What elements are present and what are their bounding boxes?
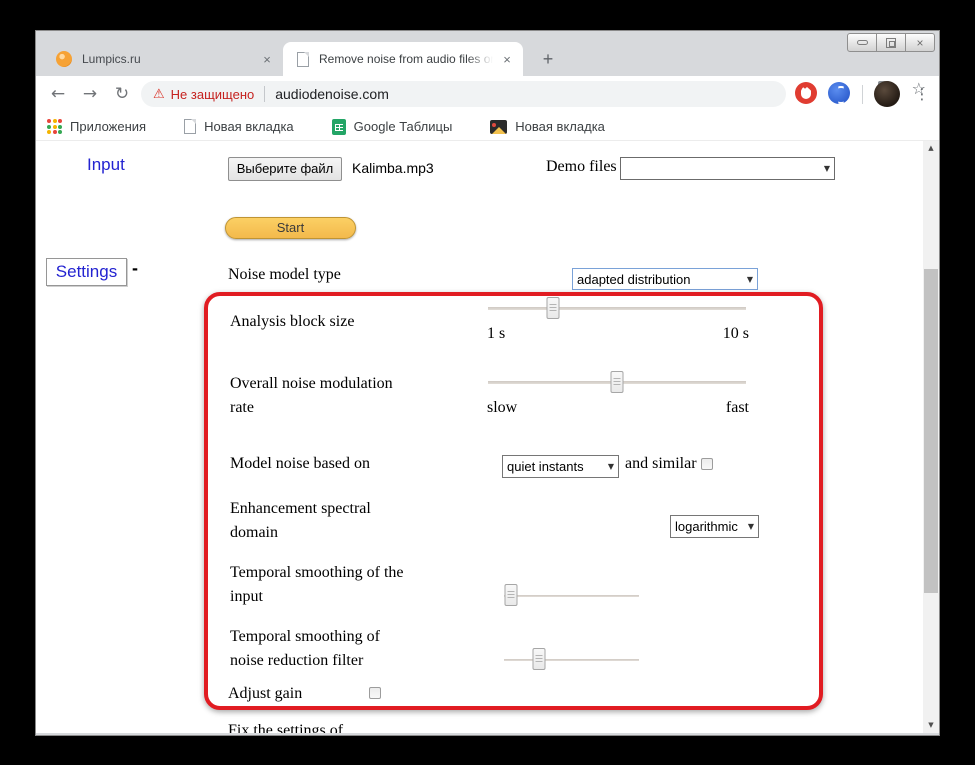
lumpics-favicon-icon: [56, 51, 72, 67]
range-min-label: slow: [487, 399, 517, 417]
spectral-domain-select[interactable]: logarithmic ▼: [670, 515, 759, 538]
range-max-label: 10 s: [723, 325, 749, 343]
page-favicon-icon: [297, 52, 309, 67]
and-similar-label: and similar: [625, 455, 697, 473]
reload-icon[interactable]: ↻: [109, 81, 135, 107]
modulation-range-labels: slow fast: [487, 399, 749, 417]
image-thumbnail-icon: [490, 120, 507, 134]
select-value: adapted distribution: [577, 272, 690, 287]
analysis-range-labels: 1 s 10 s: [487, 325, 749, 343]
clipped-next-setting-label: Fix the settings of: [228, 722, 343, 733]
forward-icon[interactable]: →: [77, 81, 103, 107]
back-icon[interactable]: ←: [45, 81, 71, 107]
model-noise-select[interactable]: quiet instants ▼: [502, 455, 619, 478]
tab-title: Remove noise from audio files on: [319, 52, 493, 66]
slider-thumb[interactable]: [504, 584, 517, 606]
tab-close-icon[interactable]: ×: [499, 52, 515, 67]
profile-avatar[interactable]: [874, 81, 900, 107]
choose-file-button[interactable]: Выберите файл: [228, 157, 342, 181]
scroll-up-icon[interactable]: ▲: [923, 141, 939, 156]
analysis-block-size-label: Analysis block size: [230, 310, 410, 334]
modulation-rate-slider[interactable]: [488, 370, 746, 396]
globe-extension-icon[interactable]: [828, 82, 850, 104]
slider-thumb[interactable]: [611, 371, 624, 393]
bookmark-label: Google Таблицы: [354, 119, 453, 134]
demo-files-select[interactable]: ▼: [620, 157, 835, 180]
security-label[interactable]: Не защищено: [171, 87, 255, 102]
bookmark-google-sheets[interactable]: Google Таблицы: [332, 119, 453, 135]
bookmark-label: Новая вкладка: [204, 119, 294, 134]
bookmark-label: Приложения: [70, 119, 146, 134]
smoothing-input-label: Temporal smoothing of the input: [230, 561, 410, 609]
model-noise-label: Model noise based on: [230, 452, 410, 476]
demo-files-label: Demo files: [546, 158, 617, 176]
analysis-block-size-slider[interactable]: [488, 296, 746, 322]
window-frame-bottom: [36, 733, 939, 735]
range-min-label: 1 s: [487, 325, 505, 343]
toolbar-divider: [862, 85, 863, 104]
slider-thumb[interactable]: [533, 648, 546, 670]
omnibox-divider: [264, 86, 265, 102]
browser-toolbar: ← → ↻ ⚠ Не защищено audiodenoise.com ☆ ⋮: [36, 76, 939, 113]
adjust-gain-label: Adjust gain: [228, 685, 302, 703]
settings-collapse-toggle[interactable]: -: [132, 258, 138, 279]
dropdown-arrow-icon: ▼: [748, 522, 754, 531]
minimize-button[interactable]: [847, 33, 877, 52]
close-button[interactable]: ×: [905, 33, 935, 52]
scroll-down-icon[interactable]: ▼: [923, 718, 939, 733]
spectral-domain-label: Enhancement spectral domain: [230, 497, 410, 545]
noise-model-type-label: Noise model type: [228, 266, 341, 284]
dropdown-arrow-icon: ▼: [608, 462, 614, 471]
page-icon: [184, 119, 196, 134]
settings-section-label[interactable]: Settings: [46, 258, 127, 286]
chrome-menu-icon[interactable]: ⋮: [912, 81, 932, 107]
bookmarks-bar: Приложения Новая вкладка Google Таблицы …: [36, 113, 939, 141]
tab-title: Lumpics.ru: [82, 52, 253, 66]
dropdown-arrow-icon: ▼: [824, 164, 830, 173]
browser-window: Lumpics.ru × Remove noise from audio fil…: [35, 30, 940, 736]
tab-lumpics[interactable]: Lumpics.ru ×: [38, 42, 283, 76]
noise-model-type-select[interactable]: adapted distribution ▼: [572, 268, 758, 290]
range-max-label: fast: [726, 399, 749, 417]
tab-strip: Lumpics.ru × Remove noise from audio fil…: [36, 31, 939, 76]
maximize-button[interactable]: [876, 33, 906, 52]
vertical-scrollbar[interactable]: ▲ ▼: [923, 141, 939, 733]
select-value: logarithmic: [675, 519, 738, 534]
tab-close-icon[interactable]: ×: [259, 52, 275, 67]
new-tab-button[interactable]: +: [536, 49, 560, 71]
smoothing-filter-label: Temporal smoothing of noise reduction fi…: [230, 625, 410, 673]
url-text[interactable]: audiodenoise.com: [275, 86, 389, 102]
bookmark-new-tab-1[interactable]: Новая вкладка: [184, 119, 294, 134]
page-content: Input Выберите файл Kalimba.mp3 Demo fil…: [36, 141, 939, 733]
input-section-label: Input: [87, 155, 125, 175]
slider-track[interactable]: [504, 595, 639, 597]
start-button[interactable]: Start: [225, 217, 356, 239]
scrollbar-thumb[interactable]: [924, 269, 938, 593]
smoothing-filter-slider[interactable]: [504, 647, 639, 673]
smoothing-input-slider[interactable]: [504, 583, 639, 609]
bookmark-label: Новая вкладка: [515, 119, 605, 134]
apps-grid-icon: [47, 119, 62, 134]
sheets-icon: [332, 119, 346, 135]
not-secure-warning-icon: ⚠: [153, 87, 165, 102]
slider-thumb[interactable]: [546, 297, 559, 319]
adblock-extension-icon[interactable]: [795, 82, 817, 104]
adjust-gain-checkbox[interactable]: [369, 687, 381, 699]
bookmark-apps[interactable]: Приложения: [47, 119, 146, 134]
tab-audiodenoise[interactable]: Remove noise from audio files on ×: [283, 42, 523, 76]
bookmark-new-tab-2[interactable]: Новая вкладка: [490, 119, 605, 134]
selected-file-name: Kalimba.mp3: [352, 160, 434, 176]
address-bar[interactable]: ⚠ Не защищено audiodenoise.com: [141, 81, 786, 107]
slider-track[interactable]: [504, 659, 639, 661]
and-similar-checkbox[interactable]: [701, 458, 713, 470]
select-value: quiet instants: [507, 459, 584, 474]
modulation-rate-label: Overall noise modulation rate: [230, 372, 410, 420]
annotation-highlight-box: Analysis block size 1 s 10 s Overall noi…: [204, 292, 823, 710]
dropdown-arrow-icon: ▼: [747, 275, 753, 284]
slider-track[interactable]: [488, 307, 746, 310]
window-controls: ×: [848, 33, 935, 52]
